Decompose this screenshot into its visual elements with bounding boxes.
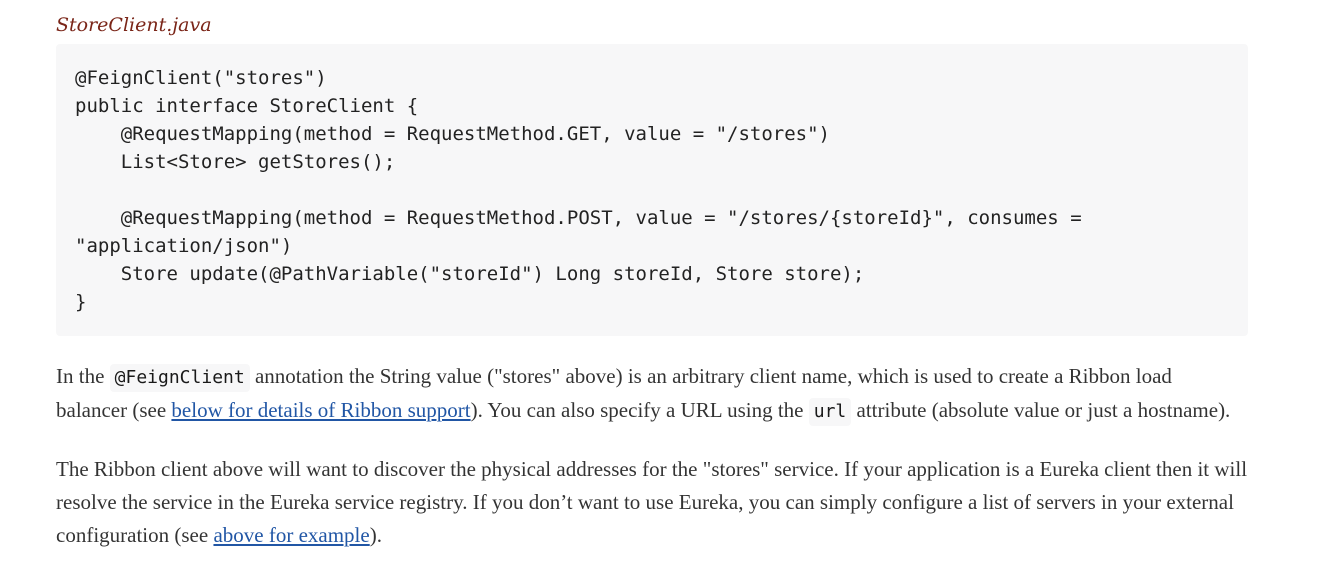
- code-line: @FeignClient("stores"): [75, 67, 327, 89]
- paragraph-text: ). You can also specify a URL using the: [470, 398, 809, 422]
- ribbon-support-link[interactable]: below for details of Ribbon support: [171, 398, 470, 422]
- paragraph-text: In the: [56, 364, 110, 388]
- code-line: List<Store> getStores();: [75, 151, 396, 173]
- inline-code-feignclient: @FeignClient: [109, 364, 250, 392]
- code-line: "application/json"): [75, 235, 293, 257]
- code-line: }: [75, 291, 87, 313]
- paragraph-ribbon-client: The Ribbon client above will want to dis…: [56, 453, 1248, 552]
- paragraph-text: attribute (absolute value or just a host…: [851, 398, 1231, 422]
- listing-title: StoreClient.java: [56, 14, 212, 36]
- code-line: public interface StoreClient {: [75, 95, 419, 117]
- paragraph-feign-client: In the @FeignClient annotation the Strin…: [56, 360, 1248, 428]
- code-listing: @FeignClient("stores") public interface …: [75, 64, 1229, 316]
- inline-code-url: url: [808, 398, 852, 426]
- code-line: @RequestMapping(method = RequestMethod.P…: [75, 207, 1082, 229]
- paragraph-text: ).: [369, 523, 382, 547]
- document-content: StoreClient.java @FeignClient("stores") …: [56, 0, 1248, 552]
- code-line: @RequestMapping(method = RequestMethod.G…: [75, 123, 830, 145]
- code-line: Store update(@PathVariable("storeId") Lo…: [75, 263, 865, 285]
- example-link[interactable]: above for example: [213, 523, 369, 547]
- code-block: @FeignClient("stores") public interface …: [56, 44, 1248, 336]
